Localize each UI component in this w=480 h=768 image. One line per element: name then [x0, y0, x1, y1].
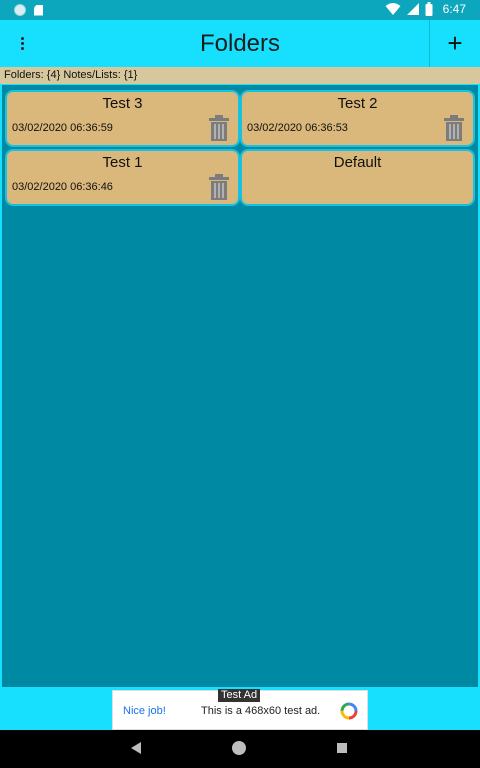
folder-date: 03/02/2020 06:36:46	[12, 181, 113, 193]
back-icon[interactable]	[131, 742, 141, 754]
app-bar: Folders +	[0, 20, 480, 67]
battery-icon	[425, 2, 433, 16]
folder-card-test-1[interactable]: Test 1 03/02/2020 06:36:46	[5, 149, 240, 206]
page-title: Folders	[199, 30, 281, 57]
folder-name: Test 3	[102, 95, 143, 112]
status-bar: 6:47	[0, 0, 480, 20]
wifi-icon	[385, 3, 401, 15]
folder-date: 03/02/2020 06:36:53	[247, 122, 348, 134]
ad-nice-text: Nice job!	[123, 705, 166, 717]
folder-date: 03/02/2020 06:36:59	[12, 122, 113, 134]
status-indicators: 6:47	[385, 2, 466, 16]
folder-card-default[interactable]: Default	[240, 149, 475, 206]
folder-summary: Folders: {4} Notes/Lists: {1}	[0, 67, 480, 84]
trash-icon[interactable]	[208, 115, 230, 141]
trash-icon[interactable]	[443, 115, 465, 141]
folder-name: Test 2	[337, 95, 378, 112]
navigation-bar	[0, 730, 480, 768]
ad-label: Test Ad	[218, 689, 261, 702]
sd-card-icon	[34, 4, 43, 16]
folder-card-test-3[interactable]: Test 3 03/02/2020 06:36:59	[5, 90, 240, 147]
notification-dot-icon	[14, 4, 26, 16]
signal-icon	[406, 3, 419, 15]
folder-card-test-2[interactable]: Test 2 03/02/2020 06:36:53	[240, 90, 475, 147]
status-clock: 6:47	[442, 2, 466, 16]
ad-body-text: This is a 468x60 test ad.	[201, 705, 321, 717]
ad-logo-icon	[340, 702, 358, 720]
folder-name: Test 1	[102, 154, 143, 171]
ad-banner[interactable]: Test Ad Nice job! This is a 468x60 test …	[112, 689, 368, 730]
recent-apps-icon[interactable]	[337, 743, 347, 753]
status-notifications	[14, 4, 43, 16]
add-folder-button[interactable]: +	[429, 20, 480, 67]
folder-name: Default	[333, 154, 382, 171]
trash-icon[interactable]	[208, 174, 230, 200]
folder-grid: Test 3 03/02/2020 06:36:59 Test 2 03/02/…	[2, 85, 478, 687]
home-icon[interactable]	[232, 741, 246, 755]
